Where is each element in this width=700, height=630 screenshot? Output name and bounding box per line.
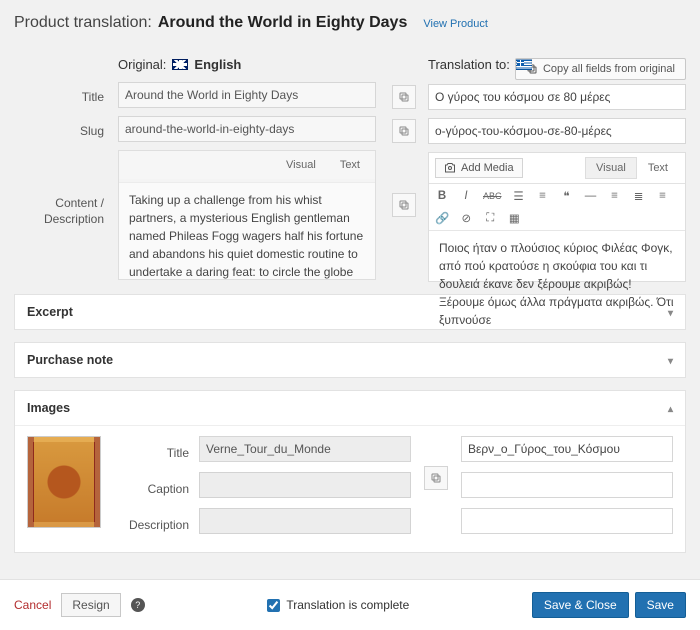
excerpt-label: Excerpt xyxy=(27,305,73,319)
page-title: Around the World in Eighty Days xyxy=(158,14,408,32)
original-slug-input xyxy=(118,116,376,142)
italic-icon[interactable]: I xyxy=(459,190,473,202)
copy-all-label: Copy all fields from original xyxy=(543,63,675,75)
editor-toolbar: B I ABC ☰ ≡ ❝ — ≡ ≣ ≡ 🔗 ⊘ ⛶ ▦ xyxy=(429,184,685,231)
unlink-icon[interactable]: ⊘ xyxy=(459,211,473,225)
quote-icon[interactable]: ❝ xyxy=(560,189,574,203)
image-trans-description[interactable] xyxy=(461,508,673,534)
label-content: Content / Description xyxy=(14,192,110,227)
image-trans-title[interactable] xyxy=(461,436,673,462)
help-icon[interactable]: ? xyxy=(131,598,145,612)
flag-gb-icon xyxy=(172,59,188,70)
copy-image-caption-button[interactable] xyxy=(424,466,448,490)
align-right-icon[interactable]: ≡ xyxy=(656,190,670,202)
align-center-icon[interactable]: ≣ xyxy=(632,189,646,203)
label-img-description: Description xyxy=(111,512,189,538)
chevron-down-icon xyxy=(668,353,673,367)
resign-button[interactable]: Resign xyxy=(61,593,120,617)
number-list-icon[interactable]: ≡ xyxy=(536,190,550,202)
orig-editor-visual-tab[interactable]: Visual xyxy=(275,154,327,176)
align-left-icon[interactable]: ≡ xyxy=(608,190,622,202)
translation-slug-input[interactable] xyxy=(428,118,686,144)
save-button[interactable]: Save xyxy=(635,592,686,618)
chevron-down-icon xyxy=(668,305,673,319)
add-media-button[interactable]: Add Media xyxy=(435,158,523,178)
copy-title-button[interactable] xyxy=(392,85,416,109)
fullscreen-icon[interactable]: ⛶ xyxy=(483,212,497,225)
translation-title-input[interactable] xyxy=(428,84,686,110)
panel-purchase-note-toggle[interactable]: Purchase note xyxy=(15,343,685,377)
strike-icon[interactable]: ABC xyxy=(483,191,502,201)
flag-gr-icon xyxy=(516,59,532,70)
page-title-prefix: Product translation: xyxy=(14,14,152,32)
panel-images-toggle[interactable]: Images xyxy=(15,391,685,425)
translation-complete-label: Translation is complete xyxy=(286,598,409,612)
cancel-link[interactable]: Cancel xyxy=(14,598,51,612)
original-content: Taking up a challenge from his whist par… xyxy=(119,183,375,279)
bold-icon[interactable]: B xyxy=(435,190,449,202)
copy-all-button[interactable]: Copy all fields from original xyxy=(515,58,686,80)
label-img-caption: Caption xyxy=(111,476,189,502)
copy-content-button[interactable] xyxy=(392,193,416,217)
original-lang: English xyxy=(194,57,241,72)
save-close-button[interactable]: Save & Close xyxy=(532,592,629,618)
link-icon[interactable]: 🔗 xyxy=(435,211,449,225)
image-orig-description xyxy=(199,508,411,534)
hr-icon[interactable]: — xyxy=(584,190,598,202)
media-icon xyxy=(444,162,456,174)
image-thumbnail[interactable] xyxy=(27,436,101,528)
toolbar-toggle-icon[interactable]: ▦ xyxy=(507,211,521,225)
translation-label: Translation to: xyxy=(428,57,510,72)
label-title: Title xyxy=(82,90,110,104)
image-orig-title xyxy=(199,436,411,462)
original-label: Original: xyxy=(118,57,166,72)
label-img-title: Title xyxy=(111,440,189,466)
add-media-label: Add Media xyxy=(461,162,514,174)
images-label: Images xyxy=(27,401,70,415)
trans-editor-visual-tab[interactable]: Visual xyxy=(585,157,637,179)
chevron-up-icon xyxy=(668,401,673,415)
translation-content[interactable]: Ποιος ήταν ο πλούσιος κύριος Φιλέας Φογκ… xyxy=(429,231,685,327)
copy-slug-button[interactable] xyxy=(392,119,416,143)
original-title-input xyxy=(118,82,376,108)
image-orig-caption xyxy=(199,472,411,498)
trans-editor-text-tab[interactable]: Text xyxy=(637,157,679,179)
orig-editor-text-tab[interactable]: Text xyxy=(329,154,371,176)
translation-complete-checkbox[interactable] xyxy=(267,599,280,612)
view-product-link[interactable]: View Product xyxy=(423,18,488,30)
label-slug: Slug xyxy=(80,124,110,138)
purchase-note-label: Purchase note xyxy=(27,353,113,367)
bullet-list-icon[interactable]: ☰ xyxy=(512,189,526,203)
image-trans-caption[interactable] xyxy=(461,472,673,498)
